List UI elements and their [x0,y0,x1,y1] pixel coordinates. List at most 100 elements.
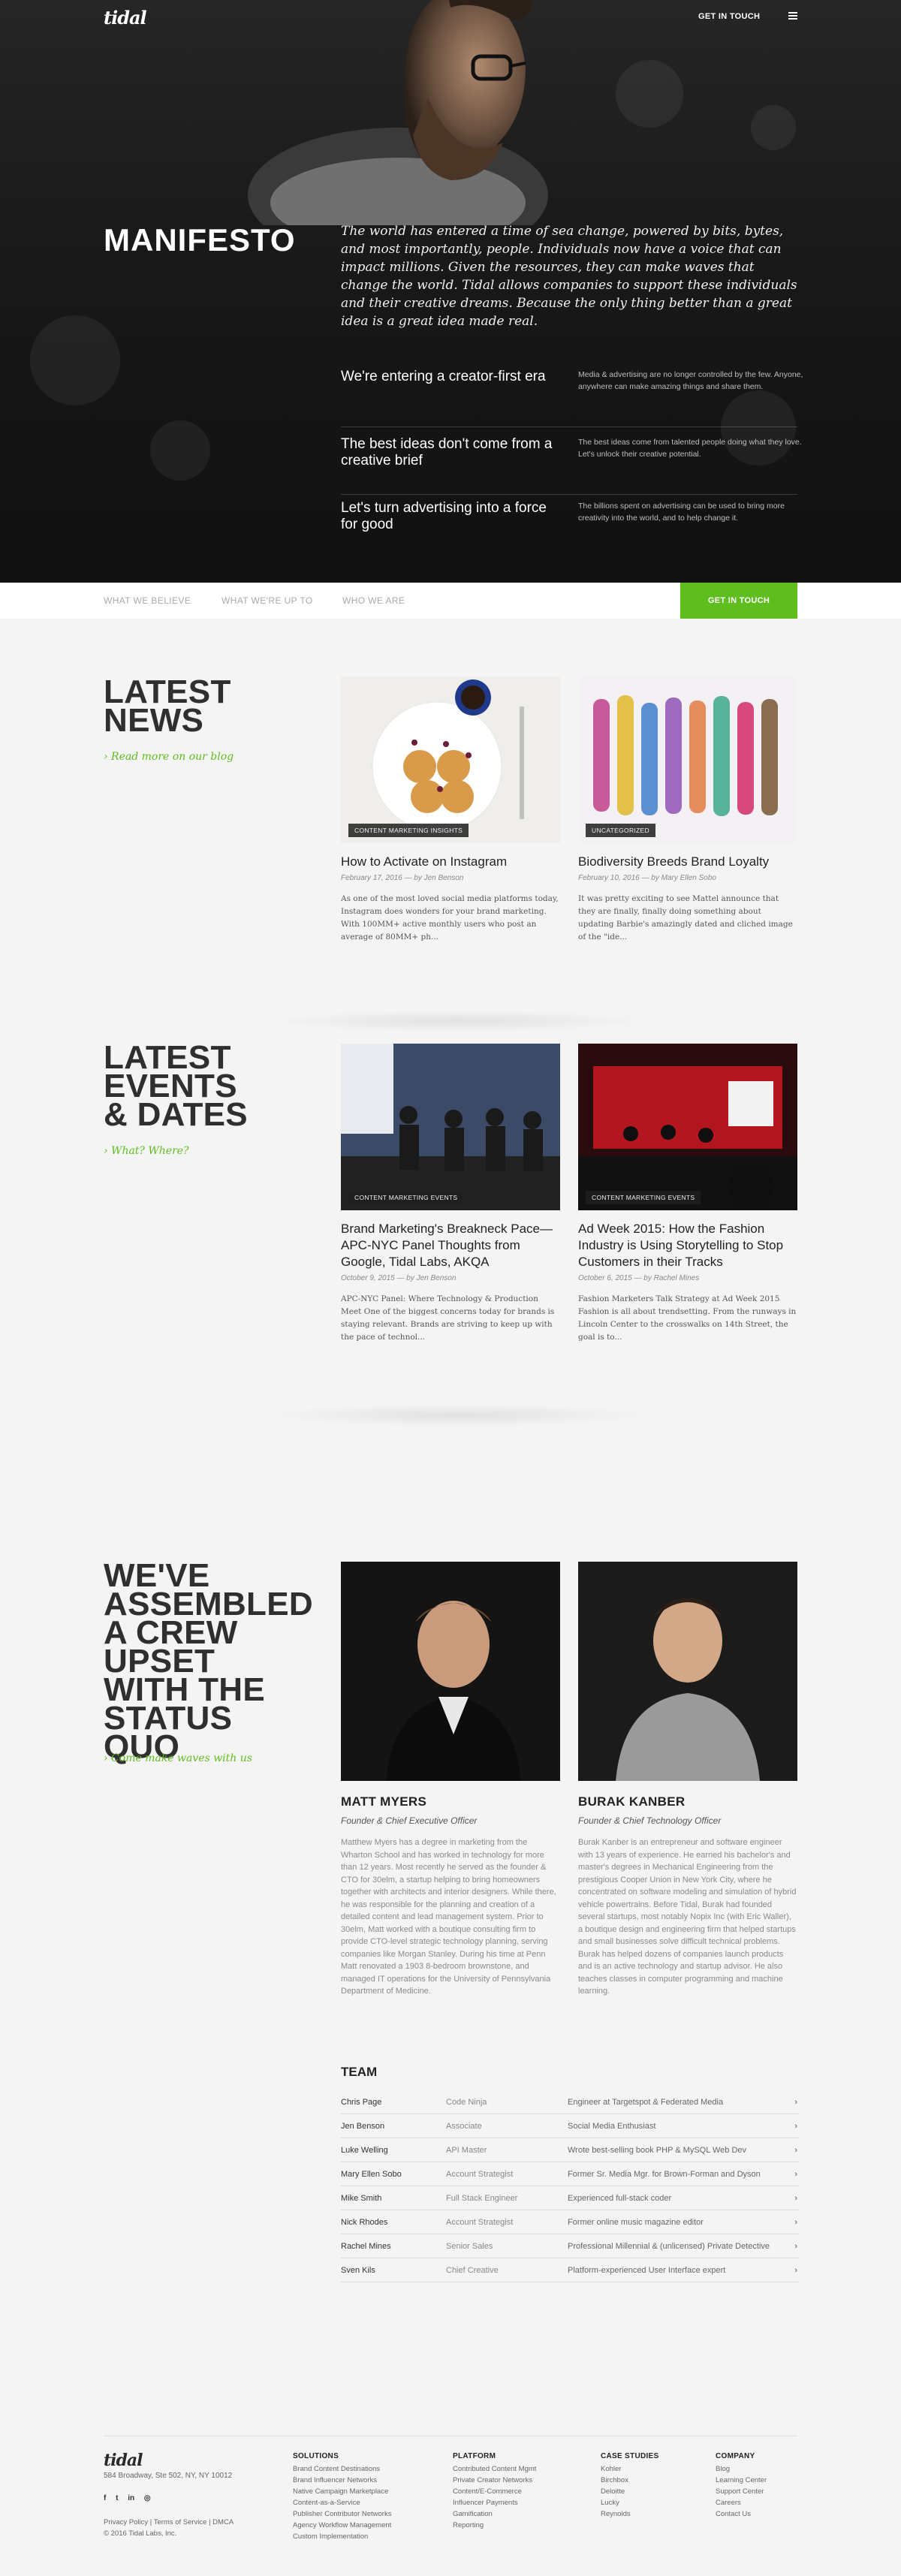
member-photo [341,1562,560,1781]
event-card[interactable]: CONTENT MARKETING EVENTS Ad Week 2015: H… [578,1044,797,1344]
team-row[interactable]: Rachel Mines Senior Sales Professional M… [341,2234,799,2258]
events-link[interactable]: › What? Where? [104,1145,189,1157]
category-tag[interactable]: UNCATEGORIZED [586,824,655,837]
chevron-right-icon[interactable]: › [794,2242,797,2251]
team-role: Account Strategist [446,2170,514,2179]
event-thumbnail[interactable]: CONTENT MARKETING EVENTS [341,1044,560,1210]
belief-item: We're entering a creator-first era Media… [341,364,803,427]
member-bio: Burak Kanber is an entrepreneur and soft… [578,1838,797,1996]
linkedin-icon[interactable]: in [128,2494,134,2502]
team-row[interactable]: Nick Rhodes Account Strategist Former on… [341,2210,799,2234]
footer-link[interactable]: Custom Implementation [293,2531,391,2542]
nav-what-were-up-to[interactable]: WHAT WE'RE UP TO [221,595,313,606]
come-make-waves-link[interactable]: › Come make waves with us [104,1752,252,1764]
team-member-card: BURAK KANBER Founder & Chief Technology … [578,1562,797,1998]
facebook-icon[interactable]: f [104,2494,106,2502]
latest-events-title: LATEST EVENTS & DATES [104,1039,248,1133]
twitter-icon[interactable]: t [116,2494,118,2502]
footer-link[interactable]: Private Creator Networks [453,2475,536,2486]
team-row[interactable]: Jen Benson Associate Social Media Enthus… [341,2114,799,2138]
footer-link[interactable]: Birchbox [601,2475,659,2486]
chevron-right-icon[interactable]: › [794,2218,797,2227]
event-title[interactable]: Brand Marketing's Breakneck Pace— APC-NY… [341,1221,560,1270]
category-tag[interactable]: CONTENT MARKETING EVENTS [586,1191,701,1204]
chevron-right-icon[interactable]: › [794,2146,797,2155]
footer-link[interactable]: Influencer Payments [453,2497,536,2508]
member-role: Founder & Chief Technology Officer [578,1815,722,1826]
news-card[interactable]: UNCATEGORIZED Biodiversity Breeds Brand … [578,676,797,944]
team-note: Former Sr. Media Mgr. for Brown-Forman a… [568,2170,761,2179]
team-row[interactable]: Mary Ellen Sobo Account Strategist Forme… [341,2162,799,2186]
footer-link[interactable]: Careers [716,2497,767,2508]
footer-link[interactable]: Contributed Content Mgmt [453,2463,536,2475]
instagram-icon[interactable]: ◎ [144,2494,151,2502]
team-role: Associate [446,2122,482,2131]
footer-link[interactable]: Support Center [716,2486,767,2497]
chevron-right-icon[interactable]: › [794,2170,797,2179]
news-meta: February 10, 2016 — by Mary Ellen Sobo [578,874,716,882]
hamburger-menu-icon[interactable] [788,12,797,20]
section-divider [270,1404,646,1427]
read-more-blog-link[interactable]: › Read more on our blog [104,751,234,763]
get-in-touch-link[interactable]: GET IN TOUCH [698,12,760,21]
team-row[interactable]: Chris Page Code Ninja Engineer at Target… [341,2090,799,2114]
team-row[interactable]: Sven Kils Chief Creative Platform-experi… [341,2258,799,2282]
event-thumbnail[interactable]: CONTENT MARKETING EVENTS [578,1044,797,1210]
footer-column-title: PLATFORM [453,2452,496,2460]
manifesto-title: MANIFESTO [104,222,296,258]
footer-link[interactable]: Content-as-a-Service [293,2497,391,2508]
belief-title: Let's turn advertising into a force for … [341,500,547,532]
category-tag[interactable]: CONTENT MARKETING INSIGHTS [348,824,469,837]
news-meta: February 17, 2016 — by Jen Benson [341,874,464,882]
chevron-right-icon[interactable]: › [794,2194,797,2203]
category-tag[interactable]: CONTENT MARKETING EVENTS [348,1191,464,1204]
member-role: Founder & Chief Executive Officer [341,1815,478,1826]
event-card[interactable]: CONTENT MARKETING EVENTS Brand Marketing… [341,1044,560,1344]
footer-link[interactable]: Brand Content Destinations [293,2463,391,2475]
footer-link[interactable]: Contact Us [716,2508,767,2520]
news-thumbnail[interactable]: CONTENT MARKETING INSIGHTS [341,676,560,843]
footer-link[interactable]: Content/E-Commerce [453,2486,536,2497]
footer-link[interactable]: Publisher Contributor Networks [293,2508,391,2520]
team-table: TEAM Chris Page Code Ninja Engineer at T… [341,2065,799,2282]
news-thumbnail[interactable]: UNCATEGORIZED [578,676,797,843]
news-title[interactable]: Biodiversity Breeds Brand Loyalty [578,854,797,870]
belief-description: Media & advertising are no longer contro… [578,370,803,391]
team-note: Engineer at Targetspot & Federated Media [568,2098,724,2107]
footer-link[interactable]: Reporting [453,2520,536,2531]
footer-link[interactable]: Agency Workflow Management [293,2520,391,2531]
footer-link[interactable]: Reynolds [601,2508,659,2520]
legal-links[interactable]: Privacy Policy | Terms of Service | DMCA [104,2517,234,2528]
nav-what-we-believe[interactable]: WHAT WE BELIEVE [104,595,191,606]
member-photo [578,1562,797,1781]
logo[interactable]: tidal [104,7,147,29]
footer-link[interactable]: Learning Center [716,2475,767,2486]
team-role: Code Ninja [446,2098,487,2107]
footer-column-solutions: SOLUTIONS Brand Content Destinations Bra… [293,2452,391,2542]
footer-link[interactable]: Native Campaign Marketplace [293,2486,391,2497]
news-card[interactable]: CONTENT MARKETING INSIGHTS How to Activa… [341,676,560,944]
footer-logo[interactable]: tidal [104,2451,143,2470]
get-in-touch-button[interactable]: GET IN TOUCH [680,583,797,619]
footer-link[interactable]: Kohler [601,2463,659,2475]
nav-who-we-are[interactable]: WHO WE ARE [342,595,405,606]
team-name: Mike Smith [341,2194,382,2203]
footer-link[interactable]: Lucky [601,2497,659,2508]
news-title[interactable]: How to Activate on Instagram [341,854,560,870]
footer-link[interactable]: Blog [716,2463,767,2475]
crew-title: WE'VE ASSEMBLED A CREW UPSET WITH THE ST… [104,1557,313,1765]
chevron-right-icon[interactable]: › [794,2098,797,2107]
event-excerpt: APC-NYC Panel: Where Technology & Produc… [341,1294,555,1342]
chevron-right-icon[interactable]: › [794,2122,797,2131]
team-name: Luke Welling [341,2146,388,2155]
footer-column-platform: PLATFORM Contributed Content Mgmt Privat… [453,2452,536,2531]
footer-link[interactable]: Brand Influencer Networks [293,2475,391,2486]
footer-link[interactable]: Gamification [453,2508,536,2520]
chevron-right-icon[interactable]: › [794,2266,797,2275]
team-row[interactable]: Mike Smith Full Stack Engineer Experienc… [341,2186,799,2210]
event-title[interactable]: Ad Week 2015: How the Fashion Industry i… [578,1221,797,1270]
footer-link[interactable]: Deloitte [601,2486,659,2497]
copyright: © 2016 Tidal Labs, Inc. [104,2529,177,2538]
team-row[interactable]: Luke Welling API Master Wrote best-selli… [341,2138,799,2162]
team-role: Chief Creative [446,2266,499,2275]
